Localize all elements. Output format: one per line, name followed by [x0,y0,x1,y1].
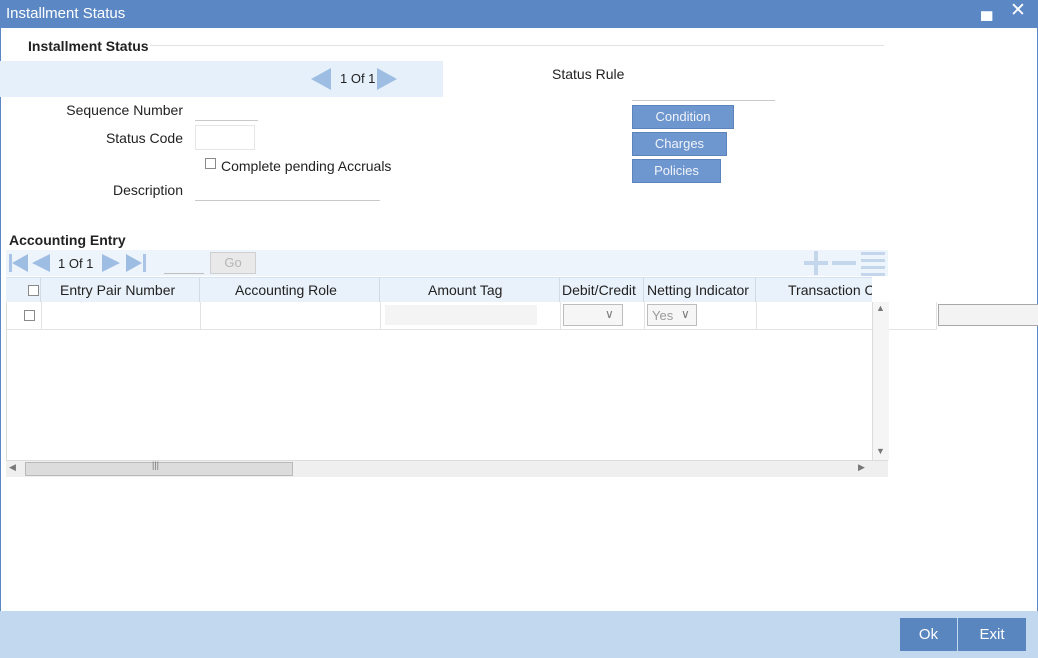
cell-separator [41,302,42,329]
column-separator [40,278,41,302]
go-button[interactable]: Go [210,252,256,274]
description-field[interactable] [195,200,380,201]
netting-indicator-select[interactable]: Yes ∨ [647,304,697,326]
status-rule-field[interactable] [632,100,775,101]
single-view-icon-line3 [861,266,885,269]
column-separator [379,278,380,302]
cell-separator [936,302,937,329]
section-title-installment-status: Installment Status [28,38,149,54]
overflow-cell [887,302,937,330]
scroll-right-icon[interactable]: ▶ [858,462,865,473]
next-page-icon[interactable] [102,254,120,272]
column-separator [199,278,200,302]
cell-separator [200,302,201,329]
horizontal-scrollbar[interactable]: ◀ ||| ▶ [6,460,888,477]
previous-page-icon[interactable] [32,254,50,272]
ok-button[interactable]: Ok [900,618,957,651]
single-view-icon-line4 [861,273,885,276]
status-rule-label: Status Rule [552,66,625,82]
first-page-icon[interactable] [12,254,28,272]
complete-pending-accruals-label: Complete pending Accruals [221,158,392,174]
minimize-icon[interactable]: ▄ [981,3,992,21]
section-divider [150,45,884,46]
accounting-entry-toolbar: 1 Of 1 Go [6,250,888,276]
single-view-icon-line2 [861,259,885,262]
footer-bar: Ok Exit [0,611,1038,658]
col-debit-credit[interactable]: Debit/Credit [562,282,636,298]
delete-row-icon[interactable] [832,261,856,265]
next-record-icon[interactable] [377,68,397,90]
scroll-down-icon[interactable]: ▼ [876,446,885,456]
entry-pager-text: 1 Of 1 [58,256,94,271]
accounting-entry-grid-body: ∨ Yes ∨ [6,302,873,460]
sequence-number-label: Sequence Number [66,102,183,118]
charges-button[interactable]: Charges [632,132,727,156]
table-row[interactable]: ∨ Yes ∨ [7,302,873,329]
vertical-scrollbar[interactable]: ▲ ▼ [872,302,889,460]
row-divider [7,329,873,330]
page-number-input[interactable] [164,273,204,274]
description-label: Description [112,182,183,198]
policies-button[interactable]: Policies [632,159,721,183]
record-navigator: 1 Of 1 [0,61,443,97]
select-all-checkbox[interactable] [28,285,39,296]
close-icon[interactable]: ✕ [1010,0,1026,22]
col-accounting-role[interactable]: Accounting Role [235,282,337,298]
scroll-up-icon[interactable]: ▲ [876,303,885,313]
horizontal-scroll-thumb[interactable]: ||| [25,460,293,476]
section-title-accounting-entry: Accounting Entry [9,232,126,248]
exit-button[interactable]: Exit [958,618,1026,651]
record-pager-text: 1 Of 1 [340,71,376,86]
add-row-icon-vertical [814,251,818,275]
col-transaction-code[interactable]: Transaction Code [788,282,872,298]
column-separator [755,278,756,302]
amount-tag-field[interactable] [385,305,537,325]
cell-separator [380,302,381,329]
cell-separator [644,302,645,329]
col-netting-indicator[interactable]: Netting Indicator [647,282,749,298]
status-code-label: Status Code [105,130,183,146]
debit-credit-select[interactable]: ∨ [563,304,623,326]
previous-record-icon[interactable] [311,68,331,90]
grip-icon: ||| [152,460,160,470]
col-amount-tag[interactable]: Amount Tag [428,282,502,298]
status-code-field[interactable] [195,125,255,150]
complete-pending-accruals-checkbox[interactable] [205,158,216,169]
cell-separator [560,302,561,329]
last-page-icon[interactable] [126,254,142,272]
cell-separator [756,302,757,329]
netting-indicator-value: Yes [652,308,674,323]
single-view-icon[interactable] [861,252,885,255]
window-title-bar: Installment Status ▄ ✕ [0,0,1038,28]
column-separator [643,278,644,302]
condition-button[interactable]: Condition [632,105,734,129]
accounting-entry-grid-header: Entry Pair Number Accounting Role Amount… [6,277,872,303]
sequence-number-field[interactable] [195,120,258,121]
window-title: Installment Status [6,5,126,22]
scroll-left-icon[interactable]: ◀ [9,462,16,473]
chevron-down-icon: ∨ [681,307,690,321]
column-separator [559,278,560,302]
col-entry-pair-number[interactable]: Entry Pair Number [60,282,175,298]
row-select-checkbox[interactable] [24,310,35,321]
chevron-down-icon: ∨ [605,307,614,321]
transaction-code-field[interactable] [938,304,1038,326]
last-page-icon-bar [143,254,146,272]
